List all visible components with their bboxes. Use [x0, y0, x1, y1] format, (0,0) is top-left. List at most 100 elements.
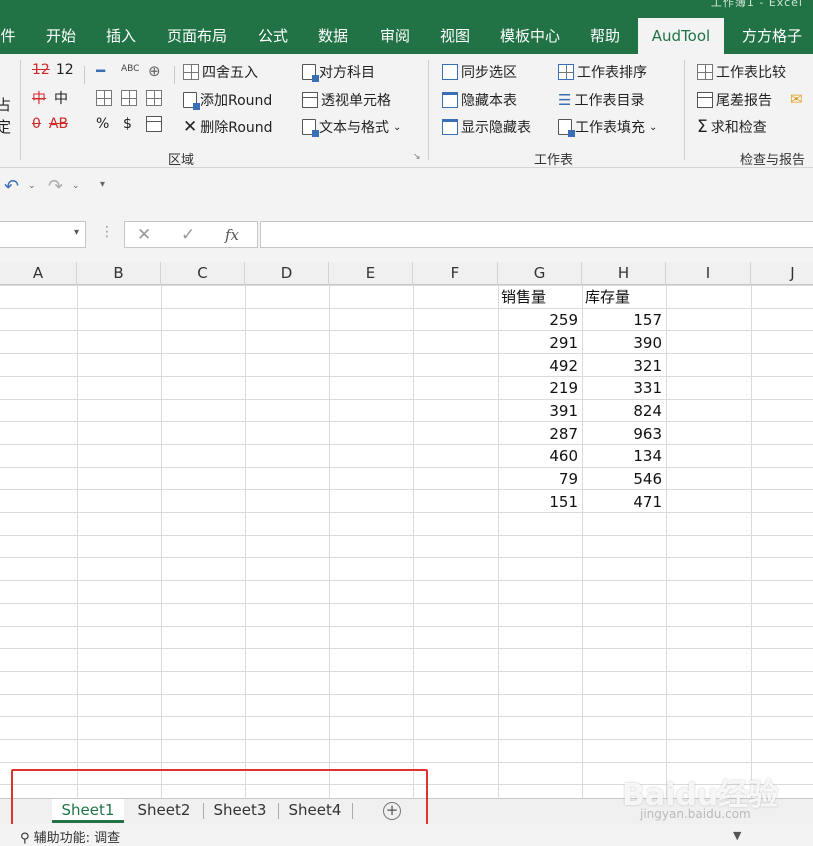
round-icon — [183, 64, 199, 80]
number-convert-button[interactable]: 12 12 — [32, 62, 74, 78]
border-button-2[interactable] — [121, 90, 140, 106]
percent-button[interactable]: % — [96, 116, 109, 132]
abc-button[interactable]: ABC — [121, 64, 139, 74]
column-header-i[interactable]: I — [666, 262, 751, 285]
cell-stock[interactable]: 321 — [582, 355, 666, 377]
cell-stock[interactable]: 390 — [582, 332, 666, 354]
diff-report-button[interactable]: 尾差报告 — [697, 90, 772, 110]
grid-icon — [96, 90, 112, 106]
round-button[interactable]: 四舍五入 — [183, 62, 258, 82]
column-header-d[interactable]: D — [245, 262, 329, 285]
compare-sheets-button[interactable]: 工作表比较 — [697, 62, 786, 82]
tab-fangfang[interactable]: 方方格子 — [734, 18, 810, 54]
chevron-down-icon[interactable]: ⌄ — [28, 181, 36, 191]
column-header-h[interactable]: H — [582, 262, 666, 285]
dollar-button[interactable]: $ — [123, 116, 132, 132]
tab-page-layout[interactable]: 页面布局 — [160, 18, 234, 54]
sort-sheets-button[interactable]: 工作表排序 — [558, 62, 647, 82]
cell-sales[interactable]: 259 — [498, 309, 582, 331]
fx-icon[interactable]: fx — [225, 226, 239, 244]
delete-round-button[interactable]: ✕ 删除Round — [183, 117, 273, 137]
dialog-launcher-icon[interactable]: ↘ — [413, 152, 421, 162]
cell-sales[interactable]: 291 — [498, 332, 582, 354]
column-gridline — [751, 285, 752, 798]
redo-icon[interactable]: ↷ — [48, 176, 63, 197]
cell-sales[interactable]: 460 — [498, 445, 582, 467]
cell-sales[interactable]: 492 — [498, 355, 582, 377]
row-gridline — [0, 330, 813, 331]
tab-formulas[interactable]: 公式 — [250, 18, 296, 54]
column-header-j[interactable]: J — [751, 262, 813, 285]
formula-bar: ▾ ⋮ ✕ ✓ fx — [0, 208, 813, 262]
extra-tool-icon[interactable]: ✉ — [790, 90, 806, 108]
tab-audtool[interactable]: AudTool — [638, 18, 724, 54]
case-convert-button[interactable]: 0 AB — [32, 116, 68, 132]
cell-stock[interactable]: 471 — [582, 491, 666, 513]
divider — [428, 60, 429, 160]
border-button-1[interactable] — [96, 90, 115, 106]
tab-data[interactable]: 数据 — [310, 18, 356, 54]
sum-check-button[interactable]: Σ 求和检查 — [697, 117, 767, 137]
cell-sales[interactable]: 219 — [498, 377, 582, 399]
header-sales[interactable]: 销售量 — [498, 286, 582, 308]
formula-input[interactable] — [260, 221, 813, 248]
column-header-a[interactable]: A — [0, 262, 77, 285]
cell-stock[interactable]: 546 — [582, 468, 666, 490]
column-header-c[interactable]: C — [161, 262, 245, 285]
split-button[interactable]: ⊕ — [148, 62, 164, 80]
sync-select-button[interactable]: 同步选区 — [442, 62, 517, 82]
chevron-down-icon[interactable]: ▼ — [733, 829, 741, 842]
cell-stock[interactable]: 331 — [582, 377, 666, 399]
undo-icon[interactable]: ↶ — [4, 176, 19, 197]
tab-home[interactable]: 开始 — [38, 18, 84, 54]
add-round-button[interactable]: 添加Round — [183, 90, 272, 110]
tab-file[interactable]: 件 — [0, 18, 18, 54]
date-format-button[interactable] — [146, 116, 165, 132]
match-subject-button[interactable]: 对方科目 — [302, 62, 375, 82]
cell-stock[interactable]: 134 — [582, 445, 666, 467]
name-box[interactable]: ▾ — [0, 221, 86, 248]
row-gridline — [0, 671, 813, 672]
hide-sheet-button[interactable]: 隐藏本表 — [442, 90, 517, 110]
show-hidden-button[interactable]: 显示隐藏表 — [442, 117, 531, 137]
chinese-convert-button[interactable]: 中 中 — [32, 88, 68, 108]
cell-sales[interactable]: 151 — [498, 491, 582, 513]
tab-template-center[interactable]: 模板中心 — [492, 18, 568, 54]
pivot-cell-button[interactable]: 透视单元格 — [302, 90, 391, 110]
paste-label-2[interactable]: 定 — [0, 116, 11, 137]
column-header-b[interactable]: B — [77, 262, 161, 285]
grip-icon: ⋮ — [100, 224, 114, 240]
enter-icon[interactable]: ✓ — [181, 225, 195, 245]
cell-sales[interactable]: 287 — [498, 423, 582, 445]
customize-icon[interactable]: ▾ — [100, 179, 105, 190]
tab-insert[interactable]: 插入 — [98, 18, 144, 54]
cell-stock[interactable]: 824 — [582, 400, 666, 422]
worksheet-grid[interactable]: A B C D E F G H I J 销售量 库存量 259 291 492 … — [0, 262, 813, 798]
paste-label[interactable]: 占 — [0, 94, 11, 115]
column-header-f[interactable]: F — [413, 262, 498, 285]
row-gridline — [0, 694, 813, 695]
cell-sales[interactable]: 79 — [498, 468, 582, 490]
sheet-index-button[interactable]: ☰ 工作表目录 — [558, 90, 644, 110]
border-button-3[interactable] — [146, 90, 165, 106]
column-gridline — [161, 285, 162, 798]
cell-stock[interactable]: 157 — [582, 309, 666, 331]
column-header-g[interactable]: G — [498, 262, 582, 285]
cell-stock[interactable]: 963 — [582, 423, 666, 445]
column-header-e[interactable]: E — [329, 262, 413, 285]
fill-sheets-button[interactable]: 工作表填充 ⌄ — [558, 117, 657, 137]
format-minus-button[interactable]: ━ — [96, 62, 108, 80]
text-format-button[interactable]: 文本与格式 ⌄ — [302, 117, 401, 137]
tool-icon: ✉ — [790, 90, 803, 108]
tab-help[interactable]: 帮助 — [582, 18, 628, 54]
header-stock[interactable]: 库存量 — [582, 286, 666, 308]
cancel-icon[interactable]: ✕ — [137, 225, 151, 245]
chevron-down-icon[interactable]: ⌄ — [72, 181, 80, 191]
row-gridline — [0, 580, 813, 581]
tab-review[interactable]: 审阅 — [372, 18, 418, 54]
accessibility-status[interactable]: ⚲ 辅助功能: 调查 — [20, 827, 120, 846]
checkbox-icon — [442, 64, 458, 80]
tab-view[interactable]: 视图 — [432, 18, 478, 54]
minus-icon: ━ — [96, 62, 106, 80]
cell-sales[interactable]: 391 — [498, 400, 582, 422]
